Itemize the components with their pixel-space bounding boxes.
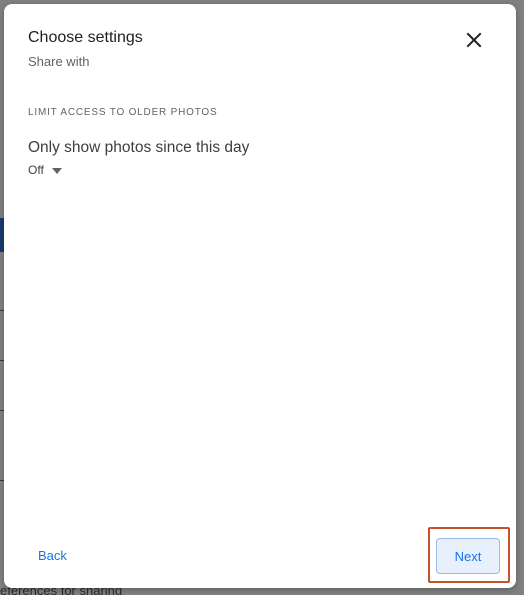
option-label: Only show photos since this day [28,139,250,156]
dropdown-value: Off [28,163,44,177]
caret-down-icon [51,167,62,174]
section-header: LIMIT ACCESS TO OLDER PHOTOS [28,107,218,118]
dialog-subtitle: Share with [28,54,90,69]
back-button[interactable]: Back [24,540,81,570]
close-button[interactable] [456,22,492,58]
next-button[interactable]: Next [436,538,500,574]
dialog-title: Choose settings [28,29,143,46]
choose-settings-dialog: Choose settings Share with LIMIT ACCESS … [4,4,516,588]
close-icon [466,32,482,48]
since-day-dropdown[interactable]: Off [28,162,62,178]
